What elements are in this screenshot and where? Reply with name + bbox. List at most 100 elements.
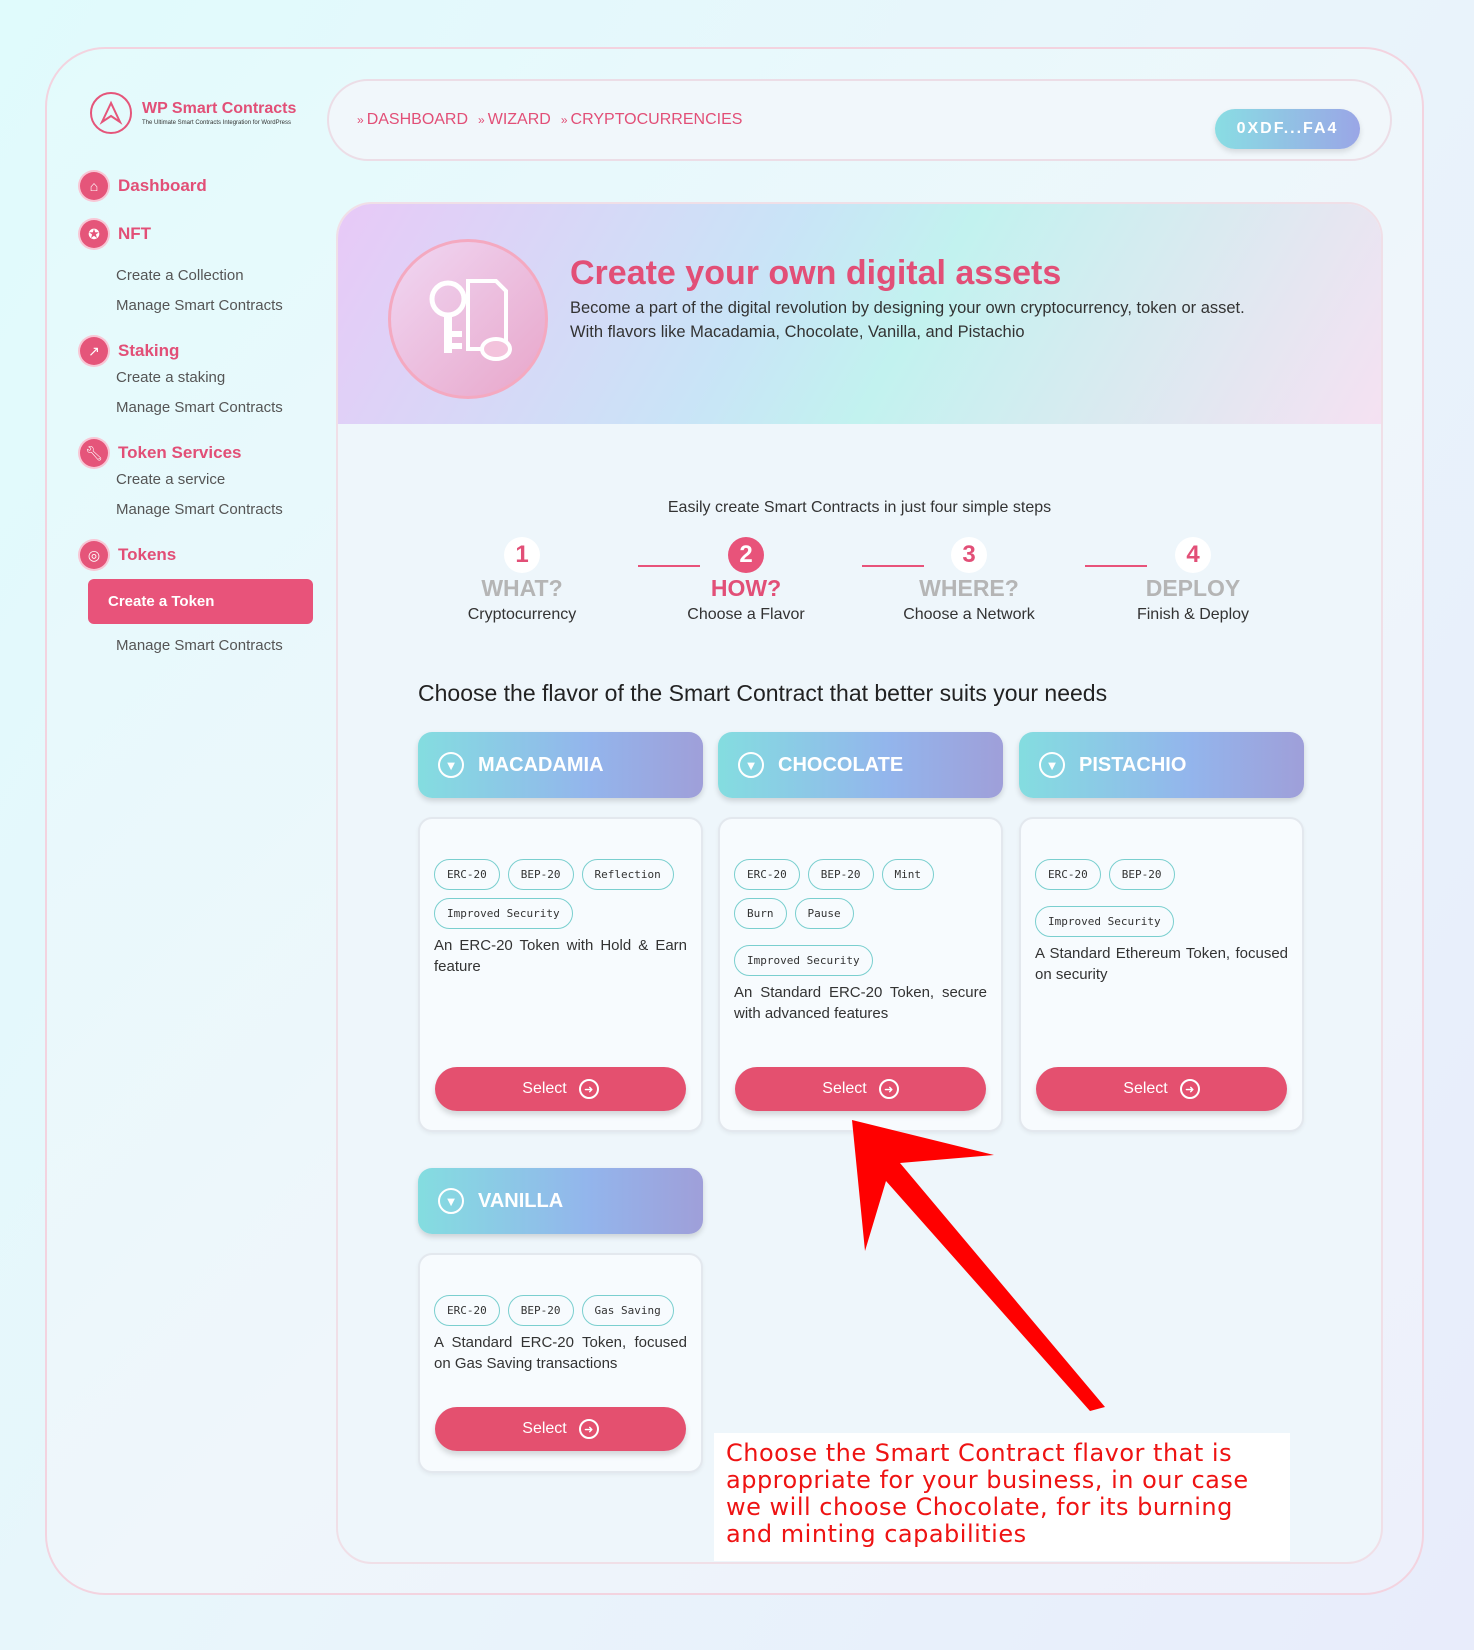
tag-chip: Mint — [881, 859, 934, 890]
select-chocolate-button[interactable]: Select ➜ — [735, 1067, 986, 1111]
ice-cream-icon: ▼ — [438, 752, 464, 778]
select-vanilla-button[interactable]: Select ➜ — [435, 1407, 686, 1451]
flavor-header-vanilla: ▼ VANILLA — [418, 1168, 703, 1234]
flavor-card-pistachio: ERC-20 BEP-20 Improved Security A Standa… — [1019, 817, 1304, 1132]
step-subtitle: Finish & Deploy — [1136, 606, 1250, 623]
home-icon: ⌂ — [80, 172, 108, 200]
tag-chip: BEP-20 — [1108, 859, 1175, 890]
step-number: 4 — [1175, 537, 1211, 573]
step-number: 2 — [728, 537, 764, 573]
tag-chip: ERC-20 — [734, 859, 800, 890]
hero-banner: Create your own digital assets Become a … — [338, 204, 1381, 424]
step-how: 2 HOW? Choose a Flavor — [636, 537, 856, 624]
wallet-button[interactable]: 0XDF...FA4 — [1215, 109, 1360, 149]
key-document-icon — [388, 239, 548, 399]
flavor-description: An ERC-20 Token with Hold & Earn feature — [434, 937, 687, 975]
tag-chip: BEP-20 — [807, 859, 874, 890]
nav-label: Dashboard — [118, 176, 207, 195]
arrow-right-icon: ➜ — [1179, 1079, 1200, 1099]
coin-icon: ◎ — [80, 541, 108, 569]
flavor-description: An Standard ERC-20 Token, secure with ad… — [734, 984, 987, 1022]
breadcrumb-wizard[interactable]: » WIZARD — [478, 111, 551, 129]
select-pistachio-button[interactable]: Select ➜ — [1036, 1067, 1287, 1111]
nav-token-services[interactable]: 🔧︎ Token Services — [80, 439, 241, 467]
nav-item-manage-nft[interactable]: Manage Smart Contracts — [116, 297, 283, 314]
nav-nft[interactable]: ✪ NFT — [80, 220, 151, 248]
ice-cream-icon: ▼ — [738, 752, 764, 778]
nav-label: Token Services — [118, 443, 242, 462]
flavor-card-chocolate: ERC-20 BEP-20 Mint Burn Pause Improved S… — [718, 817, 1003, 1132]
breadcrumb-dashboard[interactable]: » DASHBOARD — [357, 111, 468, 129]
choose-flavor-title: Choose the flavor of the Smart Contract … — [418, 680, 1108, 706]
flavor-card-vanilla: ERC-20 BEP-20 Gas Saving A Standard ERC-… — [418, 1253, 703, 1473]
flavor-name: VANILLA — [478, 1189, 564, 1212]
tag-chip: Burn — [734, 898, 787, 929]
arrow-right-icon: ➜ — [578, 1419, 599, 1439]
tag-chip: ERC-20 — [434, 859, 500, 890]
nav-label: Tokens — [118, 545, 177, 564]
tag-chip: ERC-20 — [1035, 859, 1101, 890]
step-subtitle: Cryptocurrency — [467, 606, 577, 623]
flavor-header-chocolate: ▼ CHOCOLATE — [718, 732, 1003, 798]
step-title: WHERE? — [919, 575, 1019, 601]
step-title: WHAT? — [481, 575, 563, 601]
brand[interactable]: WP Smart Contracts The Ultimate Smart Co… — [90, 92, 296, 134]
flavor-name: MACADAMIA — [478, 753, 604, 776]
nav-dashboard[interactable]: ⌂ Dashboard — [80, 172, 207, 200]
flavor-header-pistachio: ▼ PISTACHIO — [1019, 732, 1304, 798]
tag-chip: Improved Security — [734, 945, 873, 976]
wrench-icon: 🔧︎ — [80, 439, 108, 467]
flavor-description: A Standard ERC-20 Token, focused on Gas … — [434, 1334, 687, 1372]
tag-chip: ERC-20 — [434, 1295, 500, 1326]
annotation-text: Choose the Smart Contract flavor that is… — [726, 1439, 1249, 1548]
brand-title: WP Smart Contracts — [142, 100, 297, 117]
tag-chip: Pause — [794, 898, 854, 929]
tag-chip: Gas Saving — [581, 1295, 674, 1326]
flavor-name: PISTACHIO — [1079, 753, 1187, 776]
tag-chip: Improved Security — [434, 898, 573, 929]
breadcrumb-cryptocurrencies[interactable]: » CRYPTOCURRENCIES — [561, 111, 743, 129]
step-number: 1 — [504, 537, 540, 573]
tag-chip: Reflection — [581, 859, 674, 890]
flavor-card-macadamia: ERC-20 BEP-20 Reflection Improved Securi… — [418, 817, 703, 1132]
nav-item-manage-staking[interactable]: Manage Smart Contracts — [116, 399, 283, 416]
tag-chip: BEP-20 — [507, 1295, 574, 1326]
flavor-description: A Standard Ethereum Token, focused on se… — [1035, 945, 1288, 983]
ice-cream-icon: ▼ — [1039, 752, 1065, 778]
nav-tokens[interactable]: ◎ Tokens — [80, 541, 176, 569]
nav-label: Staking — [118, 341, 180, 360]
nav-staking[interactable]: ↗ Staking — [80, 337, 179, 365]
flavor-header-macadamia: ▼ MACADAMIA — [418, 732, 703, 798]
tag-chip: BEP-20 — [507, 859, 574, 890]
ice-cream-icon: ▼ — [438, 1188, 464, 1214]
hero-description: Become a part of the digital revolution … — [570, 299, 1245, 341]
arrow-right-icon: ➜ — [878, 1079, 899, 1099]
step-what: 1 WHAT? Cryptocurrency — [412, 537, 632, 624]
tag-chip: Improved Security — [1035, 906, 1174, 937]
chart-icon: ↗ — [80, 337, 108, 365]
award-icon: ✪ — [80, 220, 108, 248]
step-subtitle: Choose a Flavor — [687, 606, 805, 623]
brand-logo-icon — [90, 92, 132, 134]
nav-item-create-token[interactable]: Create a Token — [88, 579, 313, 624]
nav-item-create-service[interactable]: Create a service — [116, 471, 225, 488]
breadcrumb: » DASHBOARD » WIZARD » CRYPTOCURRENCIES — [357, 111, 742, 129]
step-subtitle: Choose a Network — [903, 606, 1035, 623]
step-number: 3 — [951, 537, 987, 573]
step-deploy: 4 DEPLOY Finish & Deploy — [1083, 537, 1303, 624]
steps-intro: Easily create Smart Contracts in just fo… — [667, 499, 1052, 516]
step-where: 3 WHERE? Choose a Network — [859, 537, 1079, 624]
top-bar: » DASHBOARD » WIZARD » CRYPTOCURRENCIES 0XD… — [327, 79, 1392, 161]
nav-item-create-collection[interactable]: Create a Collection — [116, 267, 244, 284]
annotation-arrow — [852, 1120, 1105, 1411]
flavor-name: CHOCOLATE — [778, 753, 904, 776]
nav-label: NFT — [118, 224, 152, 243]
nav-item-manage-tokens[interactable]: Manage Smart Contracts — [116, 637, 283, 654]
hero-title: Create your own digital assets — [570, 254, 1062, 292]
step-title: DEPLOY — [1145, 575, 1241, 601]
step-title: HOW? — [710, 575, 782, 601]
select-macadamia-button[interactable]: Select ➜ — [435, 1067, 686, 1111]
nav-item-manage-services[interactable]: Manage Smart Contracts — [116, 501, 283, 518]
nav-item-create-staking[interactable]: Create a staking — [116, 369, 225, 386]
arrow-right-icon: ➜ — [578, 1079, 599, 1099]
